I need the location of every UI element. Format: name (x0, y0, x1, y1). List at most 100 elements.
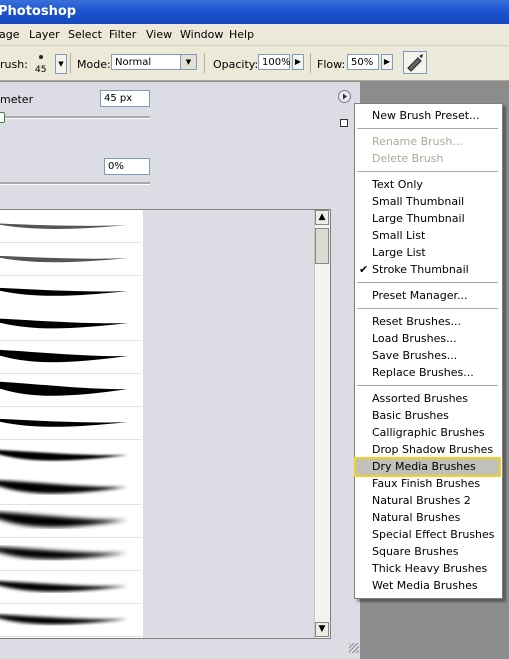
brush-stroke-thumbnail[interactable] (0, 603, 141, 637)
brush-size-label: 45 (35, 65, 47, 75)
menu-image[interactable]: age (0, 28, 20, 41)
menu-item-drop-shadow-brushes[interactable]: Drop Shadow Brushes (355, 442, 500, 458)
menu-item-label: Thick Heavy Brushes (372, 562, 488, 575)
menu-view[interactable]: View (146, 28, 172, 41)
brush-stroke-thumbnail[interactable] (0, 570, 141, 604)
brush-stroke-icon (0, 449, 128, 461)
brush-stroke-thumbnail[interactable] (0, 374, 141, 407)
menu-item-load-brushes[interactable]: Load Brushes... (355, 331, 500, 347)
brush-list[interactable]: ▲ ▼ (0, 209, 331, 639)
triangle-right-icon: ▶ (383, 57, 391, 66)
menu-item-special-effect-brushes[interactable]: Special Effect Brushes (355, 527, 500, 543)
menu-item-small-thumbnail[interactable]: Small Thumbnail (355, 194, 500, 210)
brush-stroke-thumbnail[interactable] (0, 210, 141, 243)
brush-stroke-thumbnail[interactable] (0, 242, 141, 276)
brush-stroke-icon (0, 614, 128, 624)
brush-stroke-thumbnail[interactable] (0, 538, 141, 571)
menu-item-save-brushes[interactable]: Save Brushes... (355, 348, 500, 364)
new-preset-icon[interactable] (340, 119, 348, 127)
brush-stroke-thumbnail[interactable] (0, 406, 141, 440)
brush-stroke-thumbnail[interactable] (0, 439, 141, 473)
brush-stroke-icon (0, 255, 128, 263)
menu-select[interactable]: Select (68, 28, 102, 41)
menu-item-stroke-thumbnail[interactable]: ✔ Stroke Thumbnail (355, 262, 500, 278)
opacity-slider-button[interactable]: ▶ (292, 54, 304, 70)
options-bar: rush: 45 ▼ Mode: Normal ▼ Opacity: 100% … (0, 46, 509, 81)
brush-stroke-icon (0, 381, 128, 396)
menu-item-new-brush-preset[interactable]: New Brush Preset... (355, 108, 500, 124)
brush-stroke-icon (0, 319, 128, 329)
opacity-input[interactable]: 100% (258, 54, 291, 70)
menu-item-label: Wet Media Brushes (372, 579, 478, 592)
mode-select[interactable]: Normal ▼ (111, 54, 197, 70)
menu-separator (357, 282, 498, 283)
menu-item-basic-brushes[interactable]: Basic Brushes (355, 408, 500, 424)
triangle-right-icon (343, 93, 347, 100)
menu-item-reset-brushes[interactable]: Reset Brushes... (355, 314, 500, 330)
checkmark-icon: ✔ (359, 263, 369, 276)
diameter-slider[interactable] (0, 116, 150, 119)
flow-input[interactable]: 50% (347, 54, 379, 70)
menu-item-label: Calligraphic Brushes (372, 426, 485, 439)
scroll-down-button[interactable]: ▼ (315, 622, 329, 637)
menu-help[interactable]: Help (229, 28, 254, 41)
brush-stroke-thumbnail[interactable] (0, 341, 141, 375)
menu-item-thick-heavy-brushes[interactable]: Thick Heavy Brushes (355, 561, 500, 577)
menu-item-text-only[interactable]: Text Only (355, 177, 500, 193)
hardness-input[interactable]: 0% (104, 158, 150, 175)
menu-item-preset-manager[interactable]: Preset Manager... (355, 288, 500, 304)
brush-preview[interactable]: 45 (30, 52, 52, 78)
brush-stroke-thumbnail[interactable] (0, 505, 141, 539)
menu-layer[interactable]: Layer (29, 28, 60, 41)
menu-item-calligraphic-brushes[interactable]: Calligraphic Brushes (355, 425, 500, 441)
resize-grip-icon[interactable] (349, 643, 359, 653)
menu-separator (357, 128, 498, 129)
menu-item-label: Small List (372, 229, 426, 242)
menu-item-label: Natural Brushes 2 (372, 494, 471, 507)
menu-item-square-brushes[interactable]: Square Brushes (355, 544, 500, 560)
menu-item-label: Large List (372, 246, 426, 259)
menu-separator (357, 385, 498, 386)
menu-item-faux-finish-brushes[interactable]: Faux Finish Brushes (355, 476, 500, 492)
menu-item-label: Drop Shadow Brushes (372, 443, 494, 456)
brush-label: rush: (0, 58, 28, 71)
menu-item-large-thumbnail[interactable]: Large Thumbnail (355, 211, 500, 227)
menu-separator (357, 308, 498, 309)
scrollbar[interactable]: ▲ ▼ (314, 210, 330, 638)
menu-item-natural-brushes[interactable]: Natural Brushes (355, 510, 500, 526)
menu-item-large-list[interactable]: Large List (355, 245, 500, 261)
scroll-thumb[interactable] (315, 228, 329, 264)
menu-item-label: Large Thumbnail (372, 212, 465, 225)
divider (70, 53, 71, 73)
menu-separator (357, 171, 498, 172)
menu-item-label: Basic Brushes (372, 409, 449, 422)
menu-item-dry-media-brushes[interactable]: Dry Media Brushes (354, 457, 501, 477)
airbrush-button[interactable] (403, 51, 427, 74)
scroll-up-button[interactable]: ▲ (315, 210, 329, 225)
diameter-slider-thumb[interactable] (0, 112, 5, 123)
diameter-input[interactable]: 45 px (100, 90, 150, 107)
menu-item-delete-brush: Delete Brush (355, 151, 500, 167)
menu-item-label: Faux Finish Brushes (372, 477, 481, 490)
menu-item-natural-brushes-2[interactable]: Natural Brushes 2 (355, 493, 500, 509)
brush-stroke-icon (0, 546, 128, 560)
menu-item-label: Preset Manager... (372, 289, 468, 302)
menu-filter[interactable]: Filter (109, 28, 136, 41)
flow-slider-button[interactable]: ▶ (381, 54, 393, 70)
brush-stroke-thumbnail[interactable] (0, 308, 141, 342)
brush-picker-button[interactable]: ▼ (55, 54, 67, 74)
menu-item-label: Special Effect Brushes (372, 528, 495, 541)
hardness-slider[interactable] (0, 182, 150, 185)
menu-item-assorted-brushes[interactable]: Assorted Brushes (355, 391, 500, 407)
menu-item-label: Stroke Thumbnail (372, 263, 469, 276)
menu-bar: age Layer Select Filter View Window Help (0, 24, 509, 46)
menu-item-small-list[interactable]: Small List (355, 228, 500, 244)
brush-stroke-thumbnail[interactable] (0, 472, 141, 506)
menu-item-wet-media-brushes[interactable]: Wet Media Brushes (355, 578, 500, 594)
panel-flyout-button[interactable] (338, 90, 351, 103)
menu-item-label: Small Thumbnail (372, 195, 465, 208)
menu-window[interactable]: Window (180, 28, 223, 41)
menu-item-label: Reset Brushes... (372, 315, 461, 328)
menu-item-replace-brushes[interactable]: Replace Brushes... (355, 365, 500, 381)
brush-stroke-thumbnail[interactable] (0, 275, 141, 309)
